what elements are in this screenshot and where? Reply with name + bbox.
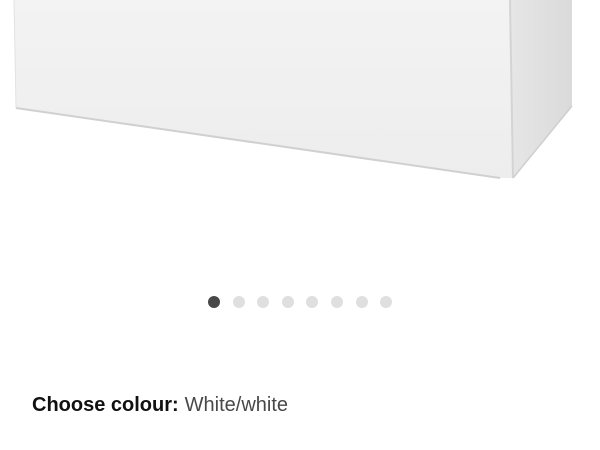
- bench-front-panel: [14, 0, 513, 178]
- product-image[interactable]: [0, 0, 600, 200]
- colour-selector[interactable]: Choose colour: White/white: [32, 392, 288, 418]
- carousel-dot-7[interactable]: [355, 296, 368, 308]
- product-image-graphic: [13, 0, 573, 179]
- carousel-dot-5[interactable]: [306, 296, 319, 308]
- carousel-dot-4[interactable]: [281, 296, 294, 308]
- carousel-dot-3[interactable]: [257, 296, 270, 308]
- carousel-dot-6[interactable]: [331, 296, 343, 308]
- carousel-dot-2[interactable]: [232, 296, 245, 308]
- bench-side-panel: [510, 0, 572, 178]
- carousel-dot-1[interactable]: [208, 296, 220, 308]
- colour-label: Choose colour:: [32, 394, 179, 416]
- carousel-dot-8[interactable]: [380, 296, 393, 308]
- image-carousel-dots: [0, 296, 600, 310]
- product-page: Choose colour: White/white: [0, 0, 600, 450]
- colour-value: White/white: [184, 394, 289, 416]
